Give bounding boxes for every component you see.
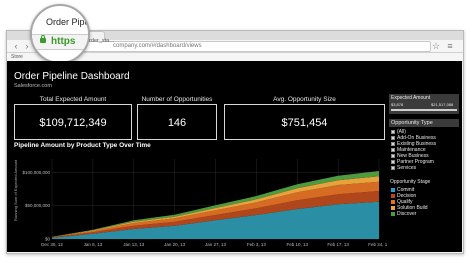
bookmark-star-icon[interactable]: ☆ [431, 41, 441, 51]
bookmark-store[interactable]: Store [11, 53, 23, 61]
kpi-avg-card: $751,454 [224, 104, 385, 140]
legend-item-discover[interactable]: Discover [391, 211, 416, 217]
opportunity-stage-label: Opportunity Stage [390, 179, 431, 185]
x-tick-label: Feb 3, 13 [247, 242, 267, 247]
kpi-total-value: $109,712,349 [39, 117, 107, 129]
magnified-tab-title: Order Pipe [46, 17, 90, 27]
x-tick-label: Jan 13, 13 [123, 242, 145, 247]
https-label: https [51, 36, 76, 47]
magnified-address-bar: ‹ https [32, 34, 88, 50]
lock-icon [40, 35, 46, 43]
x-tick-label: Feb 24, 13 [368, 242, 387, 247]
y-tick-label: $100,000,000 [22, 170, 50, 175]
expected-amount-slider[interactable] [391, 109, 457, 111]
back-icon[interactable]: ‹ [11, 41, 21, 51]
kpi-avg-value: $751,454 [281, 117, 328, 129]
dashboard-title: Order Pipeline Dashboard [14, 71, 130, 82]
filter-option[interactable]: Services [391, 165, 416, 171]
x-tick-label: Jan 27, 13 [205, 242, 227, 247]
expected-min: $3,878 [391, 102, 404, 107]
kpi-total-card: $109,712,349 [14, 104, 132, 140]
x-tick-label: Jan 20, 13 [164, 242, 186, 247]
y-tick-label: $0 [45, 237, 51, 242]
pipeline-area-chart: $100,000,000 $50,000,000 $0 Dec 30, 12 Jan … [13, 159, 387, 247]
opportunity-type-label: Opportunity Type [391, 120, 433, 126]
expected-max: $21,517,088 [431, 102, 454, 107]
y-tick-label: $50,000,000 [25, 203, 51, 208]
x-tick-label: Jan 6, 13 [84, 242, 103, 247]
kpi-count-card: 146 [137, 104, 217, 140]
address-url: company.com/#/dashboard/views [113, 43, 202, 49]
x-tick-label: Feb 10, 13 [286, 242, 308, 247]
kpi-avg-label: Avg. Opportunity Size [273, 96, 336, 103]
chart-title: Pipeline Amount by Product Type Over Tim… [14, 142, 151, 149]
zoom-magnifier: Order Pipe ‹ https [30, 4, 90, 64]
x-tick-label: Dec 30, 12 [41, 242, 63, 247]
dashboard-subtitle: Salesforce.com [14, 83, 52, 89]
stage-legend: Commit Decision Qualify Solution Build D… [390, 187, 460, 221]
expected-amount-filter[interactable]: Expected Amount $3,878 $21,517,088 [389, 94, 459, 114]
menu-icon[interactable]: ≡ [445, 41, 455, 51]
y-axis-label: Running Sum of Expected Amount [13, 159, 18, 221]
kpi-count-label: Number of Opportunities [141, 96, 213, 103]
opportunity-type-header: Opportunity Type [389, 119, 459, 127]
kpi-count-value: 146 [167, 117, 187, 129]
dashboard: Order Pipeline Dashboard Salesforce.com … [7, 61, 462, 252]
x-tick-label: Feb 17, 13 [327, 242, 349, 247]
kpi-total-label: Total Expected Amount [39, 96, 107, 103]
expected-amount-label: Expected Amount [391, 95, 431, 101]
opportunity-type-list: (All) Add-On Business Existing Business … [390, 129, 460, 177]
page-url-fragment: order_sta… [86, 38, 115, 44]
